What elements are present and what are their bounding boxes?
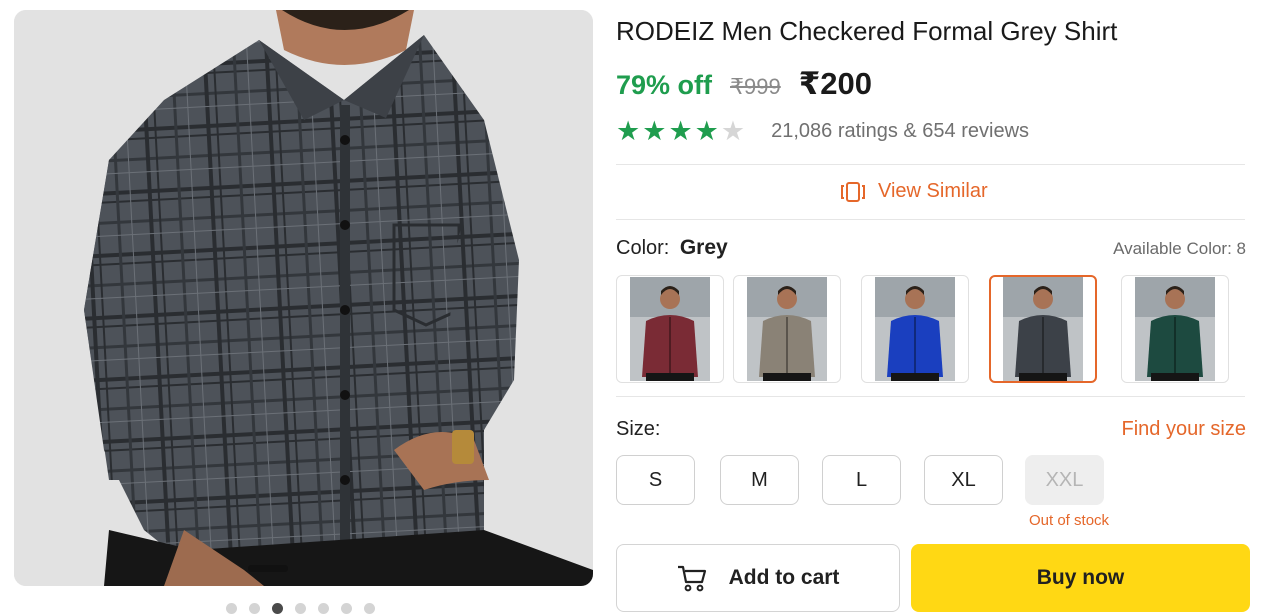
swatch-thumbnail <box>1135 277 1215 381</box>
carousel-dot[interactable] <box>364 603 375 614</box>
color-header: Color: Grey Available Color: 8 <box>616 236 1246 260</box>
divider <box>616 164 1245 165</box>
carousel-dot[interactable] <box>341 603 352 614</box>
buy-now-label: Buy now <box>1036 566 1125 589</box>
product-image[interactable] <box>14 10 593 586</box>
size-option-m[interactable]: M <box>720 455 799 505</box>
carousel-dot[interactable] <box>249 603 260 614</box>
cart-icon <box>677 565 706 592</box>
color-swatch-green[interactable] <box>1121 275 1229 383</box>
divider <box>616 396 1245 397</box>
star-icon: ★ <box>668 116 693 146</box>
color-swatches <box>616 275 1246 383</box>
mrp-price: ₹999 <box>730 74 781 99</box>
color-label: Color: <box>616 237 670 259</box>
buy-now-button[interactable]: Buy now <box>911 544 1250 612</box>
carousel-dot[interactable] <box>272 603 283 614</box>
discount-label: 79% off <box>616 70 713 100</box>
divider <box>616 219 1245 220</box>
view-similar-label: View Similar <box>878 180 988 202</box>
selected-color: Grey <box>679 236 728 259</box>
size-header: Size: Find your size <box>616 418 1246 441</box>
carousel-dot[interactable] <box>318 603 329 614</box>
selling-price: ₹200 <box>798 66 873 101</box>
swatch-thumbnail <box>1003 277 1083 381</box>
size-label: Size: <box>616 418 661 440</box>
image-carousel-dots <box>226 603 375 614</box>
color-swatch-blue[interactable] <box>861 275 969 383</box>
add-to-cart-button[interactable]: Add to cart <box>616 544 900 612</box>
carousel-dot[interactable] <box>295 603 306 614</box>
find-your-size-link[interactable]: Find your size <box>1122 418 1247 441</box>
star-icon: ★ <box>642 116 667 146</box>
available-colors: Available Color: 8 <box>1113 239 1246 258</box>
size-option-l[interactable]: L <box>822 455 901 505</box>
swatch-thumbnail <box>630 277 710 381</box>
price-row: 79% off ₹999 ₹200 <box>616 66 872 102</box>
out-of-stock-note: Out of stock <box>1029 512 1110 529</box>
size-option-xxl: XXL <box>1025 455 1104 505</box>
swatch-thumbnail <box>875 277 955 381</box>
view-similar-icon <box>841 181 865 202</box>
color-swatch-grey[interactable] <box>989 275 1097 383</box>
star-icon: ★ <box>616 116 641 146</box>
size-option-s[interactable]: S <box>616 455 695 505</box>
star-icon: ★ <box>720 116 746 146</box>
product-title: RODEIZ Men Checkered Formal Grey Shirt <box>616 16 1118 46</box>
rating-row[interactable]: ★ ★ ★ ★ ★ 21,086 ratings & 654 reviews <box>616 118 1029 145</box>
shirt-model-illustration <box>14 10 593 586</box>
view-similar-button[interactable]: View Similar <box>840 180 988 203</box>
ratings-count: 21,086 ratings & 654 reviews <box>771 120 1030 142</box>
purchase-actions: Add to cart Buy now <box>616 544 1250 612</box>
star-icon: ★ <box>694 116 719 146</box>
rating-stars: ★ ★ ★ ★ ★ <box>616 118 745 145</box>
size-option-xl[interactable]: XL <box>924 455 1003 505</box>
carousel-dot[interactable] <box>226 603 237 614</box>
color-swatch-maroon[interactable] <box>616 275 724 383</box>
add-to-cart-label: Add to cart <box>728 566 840 589</box>
swatch-thumbnail <box>747 277 827 381</box>
color-swatch-beige-check[interactable] <box>733 275 841 383</box>
